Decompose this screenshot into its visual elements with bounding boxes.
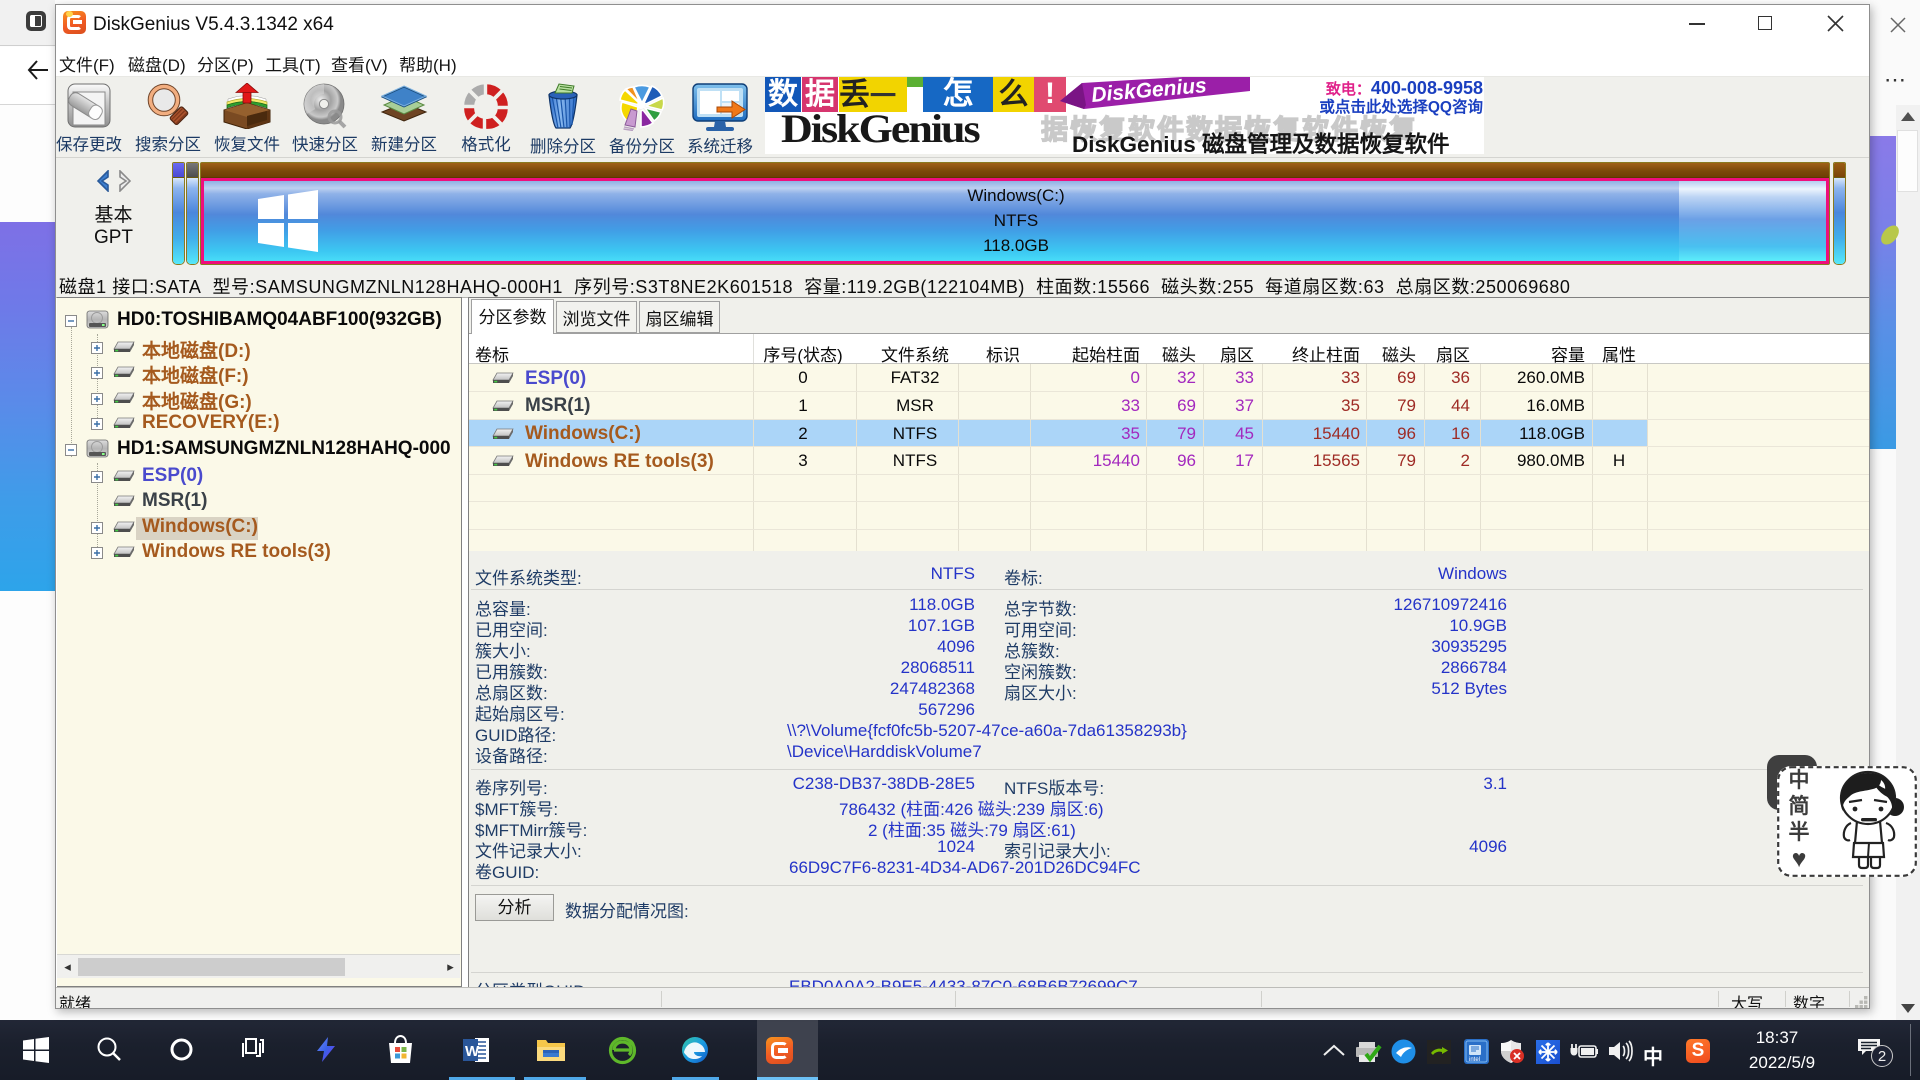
svg-text:intel: intel [1469, 1057, 1480, 1063]
svg-text:W: W [465, 1043, 480, 1060]
